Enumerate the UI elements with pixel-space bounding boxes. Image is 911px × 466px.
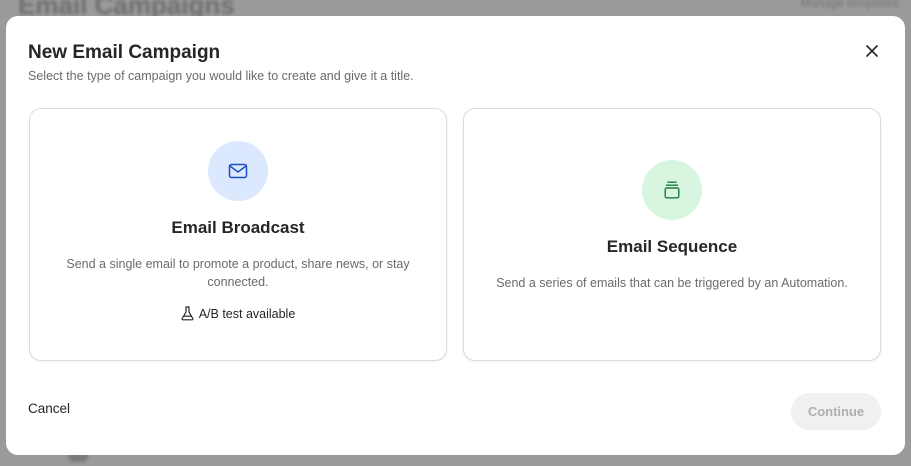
envelope-icon <box>228 163 248 179</box>
stack-icon <box>664 181 680 199</box>
new-campaign-modal: New Email Campaign Select the type of ca… <box>6 16 905 455</box>
email-broadcast-title: Email Broadcast <box>171 218 305 237</box>
email-sequence-card[interactable]: Email Sequence Send a series of emails t… <box>463 108 881 361</box>
email-broadcast-card[interactable]: Email Broadcast Send a single email to p… <box>29 108 447 361</box>
ab-test-badge: A/B test available <box>30 306 446 321</box>
close-button[interactable] <box>862 41 882 61</box>
email-broadcast-icon-circle <box>208 141 268 201</box>
email-sequence-description: Send a series of emails that can be trig… <box>496 276 848 290</box>
modal-subtitle: Select the type of campaign you would li… <box>28 69 414 83</box>
ab-test-label: A/B test available <box>198 306 296 321</box>
modal-title: New Email Campaign <box>28 42 221 63</box>
close-icon <box>866 45 878 57</box>
email-sequence-title: Email Sequence <box>606 237 738 256</box>
email-broadcast-description: Send a single email to promote a product… <box>66 257 410 289</box>
continue-button[interactable]: Continue <box>791 393 881 430</box>
email-sequence-icon-circle <box>642 160 702 220</box>
flask-icon <box>181 306 194 321</box>
cancel-button[interactable]: Cancel <box>28 401 70 416</box>
background-manage-templates: Manage templates <box>800 0 899 10</box>
